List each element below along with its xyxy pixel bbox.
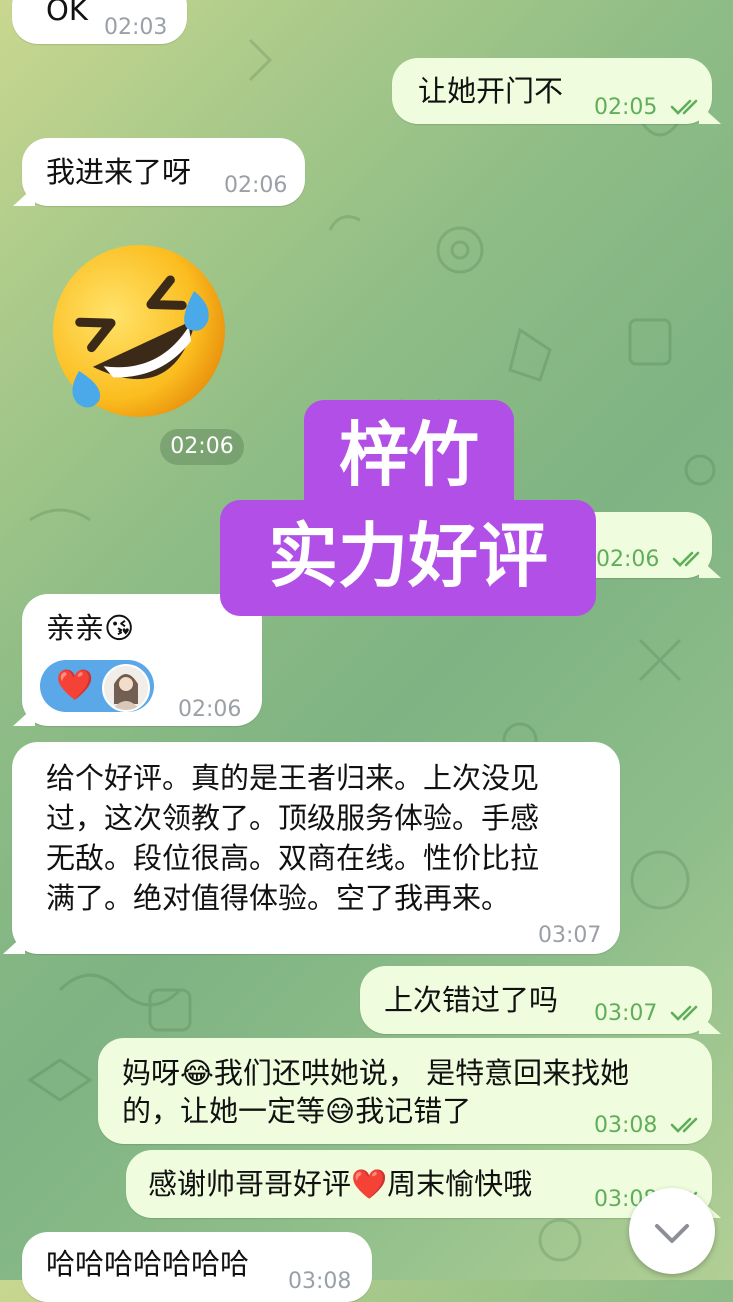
overlay-title-top: 梓竹 [304, 400, 514, 510]
message-time: 03:08 [288, 1269, 352, 1294]
reaction-heart: ❤️ [56, 668, 94, 703]
message-text: 我进来了呀 [46, 155, 192, 189]
sticker-time-badge: 02:06 [160, 429, 244, 465]
avatar [102, 664, 150, 712]
message-text: 亲亲😘 [46, 611, 135, 645]
double-check-icon [671, 1117, 698, 1133]
message-line: 给个好评。真的是王者归来。上次没见 [46, 761, 540, 795]
double-check-icon [673, 551, 700, 567]
message-bubble-outgoing[interactable]: 让她开门不 02:05 [392, 58, 712, 124]
chevron-down-icon [655, 1224, 689, 1243]
message-text: OK [46, 0, 88, 27]
avatar-image [104, 666, 148, 710]
message-bubble-outgoing[interactable]: 感谢帅哥哥好评❤️周末愉快哦 03:08 [126, 1150, 712, 1218]
message-text: 感谢帅哥哥好评❤️周末愉快哦 [148, 1167, 533, 1201]
chat-message-list[interactable]: OK 02:03 让她开门不 02:05 我进来了呀 02:06 02:06 0… [0, 0, 733, 1302]
message-text: 上次错过了吗 [384, 983, 559, 1017]
message-line: 过，这次领教了。顶级服务体验。手感 [46, 801, 540, 835]
message-bubble-incoming[interactable]: 给个好评。真的是王者归来。上次没见 过，这次领教了。顶级服务体验。手感 无敌。段… [12, 742, 620, 954]
reaction-chip[interactable]: ❤️ [40, 660, 154, 712]
message-line: 满了。绝对值得体验。空了我再来。 [46, 881, 511, 915]
message-bubble-incoming[interactable]: OK 02:03 [12, 0, 187, 44]
message-time: 03:07 [538, 923, 602, 948]
double-check-icon [671, 99, 698, 115]
message-time: 02:03 [104, 15, 168, 40]
sticker-message[interactable] [44, 236, 234, 426]
message-bubble-outgoing[interactable]: 上次错过了吗 03:07 [360, 966, 712, 1034]
overlay-title-bottom: 实力好评 [220, 500, 596, 616]
message-time: 03:08 [594, 1108, 704, 1144]
double-check-icon [671, 1005, 698, 1021]
message-line: 无敌。段位很高。双商在线。性价比拉 [46, 841, 540, 875]
message-time: 02:06 [224, 173, 288, 198]
message-line: 妈呀😂我们还哄她说， 是特意回来找她 [122, 1056, 630, 1090]
message-text: 给个好评。真的是王者归来。上次没见 过，这次领教了。顶级服务体验。手感 无敌。段… [46, 758, 606, 918]
scroll-to-bottom-button[interactable] [629, 1188, 715, 1274]
message-text: 哈哈哈哈哈哈哈 [46, 1247, 250, 1281]
message-time: 02:06 [178, 697, 242, 722]
message-time: 02:06 [596, 542, 706, 578]
message-bubble-incoming[interactable]: 我进来了呀 02:06 [22, 138, 305, 206]
message-bubble-outgoing[interactable]: 妈呀😂我们还哄她说， 是特意回来找她 的，让她一定等😅我记错了 03:08 [98, 1038, 712, 1144]
message-bubble-incoming[interactable]: 哈哈哈哈哈哈哈 03:08 [22, 1232, 372, 1302]
message-time: 02:05 [594, 90, 704, 126]
message-text: 让她开门不 [418, 74, 564, 108]
message-time: 03:07 [594, 996, 704, 1032]
rolling-on-floor-laughing-emoji [53, 245, 225, 417]
